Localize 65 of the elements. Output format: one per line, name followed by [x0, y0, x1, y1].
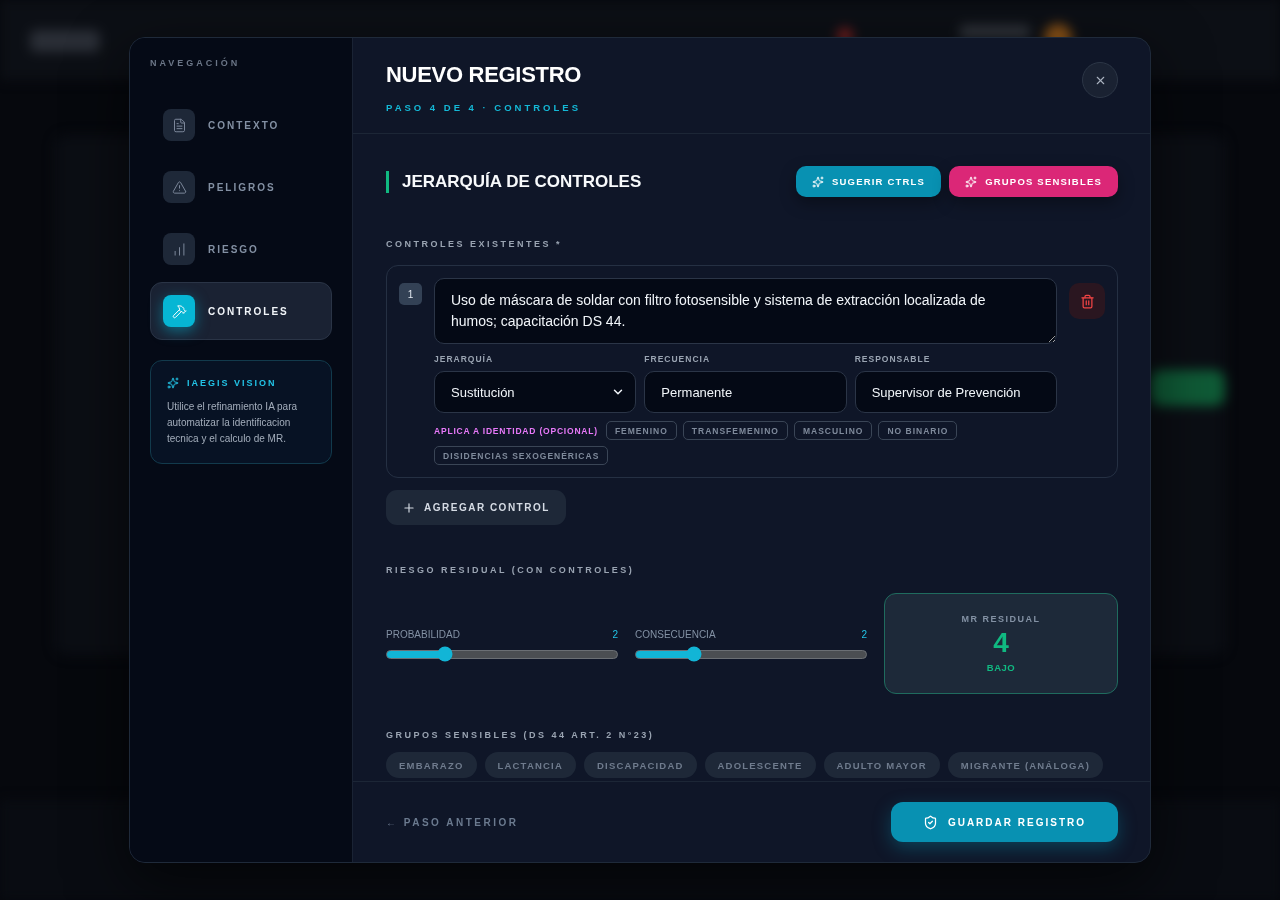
sparkle-icon: [965, 175, 978, 188]
slider-value: 2: [612, 628, 618, 640]
trash-icon: [1079, 293, 1095, 309]
result-label: MR RESIDUAL: [961, 614, 1041, 624]
group-chip[interactable]: ADOLESCENTE: [704, 752, 816, 778]
input-field[interactable]: Permanente: [644, 371, 847, 413]
slider-thumb[interactable]: [437, 646, 452, 662]
identity-label: APLICA A IDENTIDAD (OPCIONAL): [434, 425, 598, 436]
sparkle-icon: [811, 175, 824, 188]
slider-track[interactable]: [386, 649, 618, 659]
nav-label: RIESGO: [208, 243, 259, 255]
identity-chip[interactable]: FEMENINO: [605, 421, 677, 440]
group-chip[interactable]: DISCAPACIDAD: [584, 752, 697, 778]
identity-chip[interactable]: TRANSFEMENINO: [682, 421, 788, 440]
nav-label: PELIGROS: [208, 181, 276, 193]
slider-value: 2: [861, 628, 867, 640]
field-label: CONTROLES EXISTENTES *: [386, 239, 564, 249]
nav-item[interactable]: RIESGO: [150, 220, 332, 278]
description-field[interactable]: Uso de máscara de soldar con filtro fotosensible y sistema de extracción localizada de humos; capacitación DS 44.: [434, 278, 1057, 344]
input-field[interactable]: Supervisor de Prevención: [854, 371, 1057, 413]
step-indicator: PASO 4 DE 4 · CONTROLES: [386, 102, 582, 113]
sidebar-heading: NAVEGACIÓN: [150, 58, 242, 68]
field-label: JERARQUÍA: [434, 354, 495, 364]
result-value: 4: [993, 627, 1009, 659]
ai-action-button[interactable]: GRUPOS SENSIBLES: [949, 166, 1118, 197]
slider-thumb[interactable]: [686, 646, 701, 662]
nav-item[interactable]: CONTROLES: [150, 282, 332, 340]
save-button[interactable]: GUARDAR REGISTRO: [890, 802, 1118, 842]
slider-label: CONSECUENCIA: [635, 628, 716, 640]
dialog-title: NUEVO REGISTRO: [386, 62, 582, 88]
slider-label: PROBABILIDAD: [386, 628, 460, 640]
tip-title: IAEGIS VISION: [187, 378, 277, 388]
identity-chip[interactable]: MASCULINO: [793, 421, 873, 440]
hammer-icon: [163, 295, 195, 327]
section-label: GRUPOS SENSIBLES (DS 44 ART. 2 N°23): [386, 730, 656, 740]
bar-chart-icon: [163, 233, 195, 265]
select-field[interactable]: Sustitución: [434, 371, 637, 413]
control-number: 1: [399, 283, 422, 305]
section-label: RIESGO RESIDUAL (CON CONTROLES): [386, 565, 636, 575]
slider-track[interactable]: [635, 649, 867, 659]
sparkle-icon: [167, 377, 179, 389]
delete-button[interactable]: [1069, 283, 1105, 319]
identity-chip[interactable]: DISIDENCIAS SEXOGENÉRICAS: [434, 446, 609, 465]
nav-label: CONTROLES: [208, 305, 289, 317]
plus-icon: [402, 500, 416, 515]
nav-item[interactable]: PELIGROS: [150, 158, 332, 216]
risk-rating: BAJO: [986, 662, 1016, 673]
identity-chip[interactable]: NO BINARIO: [878, 421, 958, 440]
group-chip[interactable]: ADULTO MAYOR: [823, 752, 940, 778]
tip-text: Utilice el refinamiento IA para automatizar la identificacion tecnica y el calculo de MR.: [167, 400, 299, 446]
group-chip[interactable]: MIGRANTE (ANÁLOGA): [947, 752, 1104, 778]
nav-label: CONTEXTO: [208, 119, 280, 131]
section-title: JERARQUÍA DE CONTROLES: [386, 170, 642, 193]
group-chip[interactable]: LACTANCIA: [484, 752, 576, 778]
back-link[interactable]: ← PASO ANTERIOR: [386, 816, 519, 828]
group-chip[interactable]: EMBARAZO: [386, 752, 477, 778]
warning-icon: [163, 171, 195, 203]
shield-check-icon: [922, 814, 938, 830]
document-icon: [163, 109, 195, 141]
ai-action-button[interactable]: SUGERIR CTRLS: [795, 166, 942, 197]
add-control-button[interactable]: AGREGAR CONTROL: [386, 490, 566, 525]
field-label: FRECUENCIA: [644, 354, 712, 364]
close-button[interactable]: [1082, 62, 1118, 98]
nav-item[interactable]: CONTEXTO: [150, 96, 332, 154]
field-label: RESPONSABLE: [854, 354, 932, 364]
